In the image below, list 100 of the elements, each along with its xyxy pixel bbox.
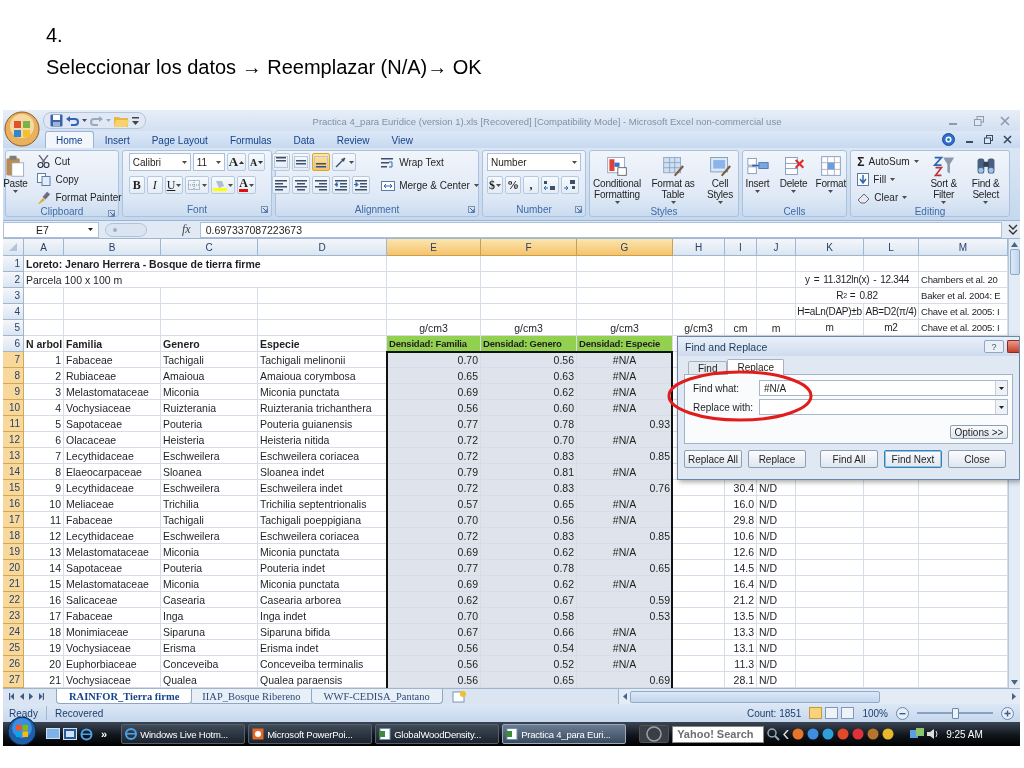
help-button[interactable]: ? bbox=[984, 340, 1004, 353]
show-hidden-icon[interactable] bbox=[783, 729, 790, 739]
comma-button[interactable]: , bbox=[523, 176, 539, 194]
decrease-decimal-button[interactable] bbox=[561, 176, 579, 194]
expand-icon[interactable] bbox=[1008, 223, 1018, 236]
search-icon[interactable] bbox=[767, 727, 781, 741]
row-header[interactable]: 14 bbox=[3, 464, 24, 480]
sheet-tab[interactable]: RAINFOR_Tierra firme bbox=[56, 689, 193, 704]
autosum-button[interactable]: Σ AutoSum bbox=[854, 153, 922, 170]
row-header[interactable]: 3 bbox=[3, 288, 24, 304]
resize-handle-icon[interactable] bbox=[105, 222, 147, 237]
column-header[interactable]: M bbox=[919, 239, 1008, 256]
bold-button[interactable]: B bbox=[128, 176, 145, 194]
row-header[interactable]: 9 bbox=[3, 384, 24, 400]
desktop-icon[interactable] bbox=[46, 728, 60, 740]
row-header[interactable]: 26 bbox=[3, 656, 24, 672]
tray-icon[interactable] bbox=[792, 728, 805, 740]
paste-button[interactable]: Paste bbox=[3, 153, 32, 206]
column-header[interactable]: J bbox=[757, 239, 796, 256]
cut-button[interactable]: Cut bbox=[34, 153, 125, 170]
dialog-button[interactable]: Replace bbox=[748, 450, 806, 468]
format-button[interactable]: Format bbox=[813, 153, 848, 206]
percent-button[interactable]: % bbox=[505, 176, 521, 194]
taskbar-button[interactable]: GlobalWoodDensity... bbox=[375, 724, 500, 744]
italic-button[interactable]: I bbox=[146, 176, 163, 194]
row-header[interactable]: 1 bbox=[3, 256, 24, 272]
conditional-formatting-button[interactable]: Conditional Formatting bbox=[589, 153, 645, 206]
dropdown-button[interactable] bbox=[995, 381, 1007, 395]
dialog-launcher-icon[interactable] bbox=[468, 206, 475, 213]
sheet-tab[interactable]: WWF-CEDISA_Pantano bbox=[310, 689, 443, 704]
column-header[interactable]: K bbox=[796, 239, 864, 256]
insert-button[interactable]: Insert bbox=[741, 153, 774, 206]
taskbar-button[interactable]: Windows Live Hotm... bbox=[121, 724, 246, 744]
sheet-tab[interactable]: IIAP_Bosque Ribereno bbox=[189, 689, 314, 704]
format-painter-button[interactable]: Format Painter bbox=[34, 189, 125, 206]
row-header[interactable]: 21 bbox=[3, 576, 24, 592]
search-field[interactable]: Yahoo! Search bbox=[672, 725, 765, 743]
next-sheet-icon[interactable] bbox=[29, 693, 34, 700]
increase-decimal-button[interactable] bbox=[541, 176, 559, 194]
column-header[interactable]: G bbox=[577, 239, 673, 256]
input-field[interactable] bbox=[759, 399, 1008, 415]
scroll-thumb[interactable] bbox=[630, 690, 880, 703]
ribbon-tab[interactable]: Formulas bbox=[218, 131, 283, 148]
first-sheet-icon[interactable] bbox=[9, 693, 14, 700]
orientation-button[interactable] bbox=[332, 153, 357, 171]
undo-icon[interactable] bbox=[66, 114, 79, 127]
column-header[interactable]: F bbox=[481, 239, 577, 256]
scroll-up-icon[interactable] bbox=[1011, 242, 1018, 247]
network-icon[interactable] bbox=[910, 728, 925, 740]
ribbon-tab[interactable]: Data bbox=[282, 131, 326, 148]
column-header[interactable]: C bbox=[161, 239, 258, 256]
row-header[interactable]: 20 bbox=[3, 560, 24, 576]
clear-button[interactable]: Clear bbox=[854, 189, 922, 206]
customize-icon[interactable] bbox=[132, 116, 139, 125]
column-header[interactable]: A bbox=[24, 239, 64, 256]
logo-icon[interactable] bbox=[639, 725, 670, 743]
grow-font-button[interactable]: A bbox=[226, 153, 247, 171]
zoom-out-icon[interactable] bbox=[896, 706, 909, 720]
font-dropdown[interactable]: Calibri bbox=[128, 153, 191, 171]
align-left-button[interactable] bbox=[272, 176, 291, 194]
row-header[interactable]: 6 bbox=[3, 336, 24, 352]
increase-indent-button[interactable] bbox=[352, 176, 371, 194]
ribbon-tab[interactable]: Home bbox=[45, 131, 94, 148]
currency-button[interactable]: $ bbox=[487, 176, 503, 194]
dialog-button[interactable]: Replace All bbox=[684, 450, 742, 468]
align-right-button[interactable] bbox=[312, 176, 331, 194]
scroll-down-icon[interactable] bbox=[1011, 680, 1018, 685]
taskbar-button[interactable]: Microsoft PowerPoi... bbox=[248, 724, 373, 744]
row-header[interactable]: 12 bbox=[3, 432, 24, 448]
row-header[interactable]: 2 bbox=[3, 272, 24, 288]
column-header[interactable]: L bbox=[864, 239, 919, 256]
wrap-text-button[interactable]: Wrap Text bbox=[378, 154, 482, 171]
taskbar-button[interactable]: Practica 4_para Euri... bbox=[502, 724, 627, 744]
shrink-font-button[interactable]: A bbox=[248, 153, 266, 171]
row-header[interactable]: 8 bbox=[3, 368, 24, 384]
ribbon-tab[interactable]: Review bbox=[325, 131, 381, 148]
options-button[interactable]: Options >> bbox=[950, 425, 1008, 439]
close-button[interactable] bbox=[1007, 340, 1019, 353]
page-layout-view-button[interactable] bbox=[825, 707, 839, 719]
row-header[interactable]: 7 bbox=[3, 352, 24, 368]
align-bottom-button[interactable] bbox=[312, 153, 331, 171]
tray-icon[interactable] bbox=[852, 728, 865, 740]
row-header[interactable]: 5 bbox=[3, 320, 24, 336]
row-header[interactable]: 4 bbox=[3, 304, 24, 320]
row-header[interactable]: 25 bbox=[3, 640, 24, 656]
font-color-button[interactable]: A bbox=[237, 176, 257, 194]
dialog-launcher-icon[interactable] bbox=[575, 206, 582, 213]
row-header[interactable]: 15 bbox=[3, 480, 24, 496]
row-header[interactable]: 19 bbox=[3, 544, 24, 560]
dialog-button[interactable]: Find Next bbox=[884, 450, 942, 468]
row-header[interactable]: 10 bbox=[3, 400, 24, 416]
tray-icon[interactable] bbox=[807, 728, 820, 740]
number-format-dropdown[interactable]: Number bbox=[487, 153, 581, 171]
sort-filter-button[interactable]: Sort & Filter bbox=[924, 153, 963, 206]
fill-button[interactable]: Fill bbox=[854, 171, 922, 188]
decrease-indent-button[interactable] bbox=[332, 176, 351, 194]
scroll-right-icon[interactable] bbox=[1012, 693, 1017, 700]
column-header[interactable]: E bbox=[387, 239, 481, 256]
underline-button[interactable]: U bbox=[164, 176, 184, 194]
row-header[interactable]: 22 bbox=[3, 592, 24, 608]
